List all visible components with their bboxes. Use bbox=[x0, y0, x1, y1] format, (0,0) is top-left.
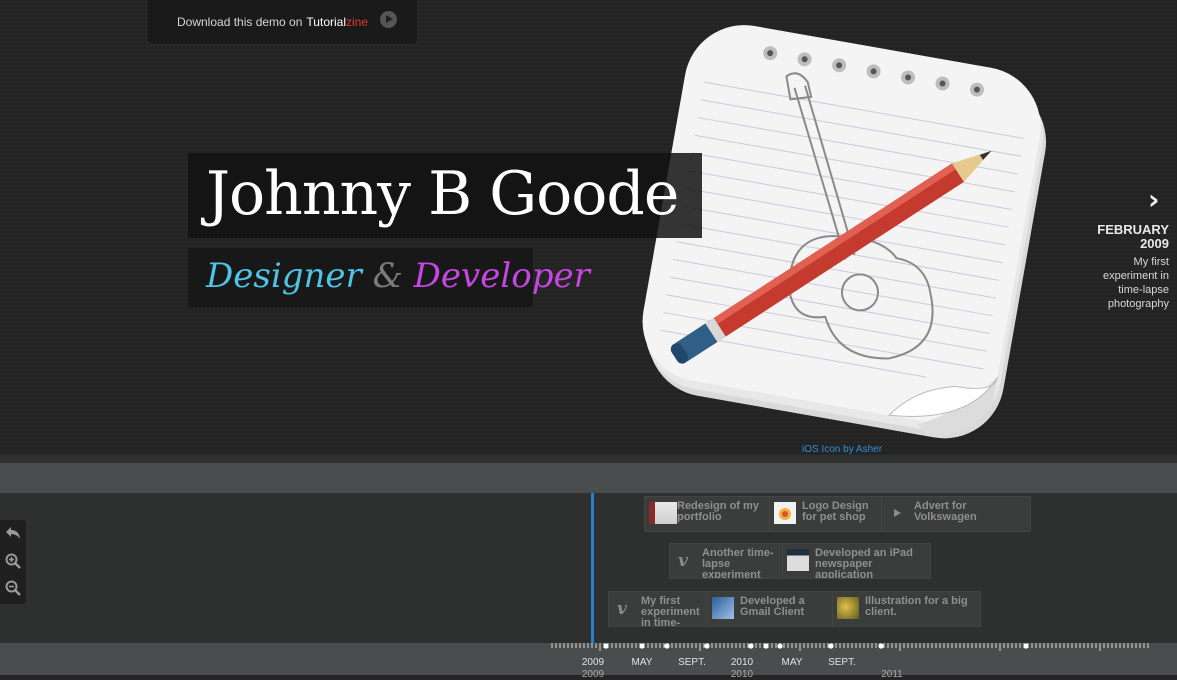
event-dot bbox=[639, 643, 645, 649]
zoom-in-icon[interactable] bbox=[2, 550, 24, 572]
event-dot bbox=[748, 643, 754, 649]
timeline-event[interactable]: Logo Design for pet shop bbox=[769, 496, 884, 532]
icon-credit-link[interactable]: iOS Icon by Asher bbox=[802, 444, 882, 455]
play-icon[interactable] bbox=[380, 11, 397, 28]
timeline-shadow bbox=[0, 455, 1177, 463]
subtitle: Designer & Developer bbox=[206, 256, 590, 296]
event-title: Another time-lapse experiment bbox=[702, 547, 774, 579]
event-pointer bbox=[644, 531, 650, 532]
event-pointer bbox=[669, 578, 675, 579]
event-title: Logo Design for pet shop bbox=[802, 500, 869, 523]
back-icon[interactable] bbox=[2, 522, 24, 544]
next-event-date[interactable]: FEBRUARY 2009 bbox=[1097, 223, 1169, 251]
event-thumbnail bbox=[649, 502, 677, 524]
zoom-controls bbox=[0, 520, 26, 604]
timeline-event[interactable]: v My first experiment in time-lapse phot… bbox=[608, 591, 712, 627]
ruler-label: SEPT. bbox=[678, 657, 706, 668]
event-dot bbox=[828, 643, 834, 649]
event-dot bbox=[1023, 643, 1029, 649]
subtitle-designer: Designer bbox=[206, 256, 362, 296]
ruler-label: 2010 bbox=[730, 657, 754, 668]
timeline-event[interactable]: Illustration for a big client. bbox=[832, 591, 981, 627]
event-dot bbox=[878, 643, 884, 649]
page-title: Johnny B Goode bbox=[206, 159, 679, 229]
brand-accent: zine bbox=[346, 15, 369, 29]
next-arrow-icon[interactable]: › bbox=[1148, 183, 1170, 216]
event-dot bbox=[763, 643, 769, 649]
timeline-ruler[interactable]: 2009 MAY SEPT. 2010 MAY SEPT. 2009 2010 … bbox=[0, 643, 1177, 680]
subtitle-developer: Developer bbox=[413, 256, 590, 296]
event-thumbnail bbox=[787, 549, 809, 571]
next-event-description[interactable]: My first experiment in time-lapse photog… bbox=[1079, 255, 1169, 311]
event-thumbnail bbox=[712, 597, 734, 619]
event-pointer bbox=[832, 626, 838, 627]
zoom-out-icon[interactable] bbox=[2, 577, 24, 599]
event-title: Illustration for a big client. bbox=[865, 595, 968, 618]
title-box: Johnny B Goode bbox=[188, 153, 702, 238]
brand-name: Tutorial bbox=[306, 15, 346, 29]
hero-section: Download this demo on Tutorial zine John… bbox=[0, 0, 1177, 455]
timeline-event[interactable]: Developed a Gmail Client bbox=[707, 591, 835, 627]
event-thumbnail bbox=[774, 502, 796, 524]
current-position-marker[interactable] bbox=[591, 493, 594, 645]
event-pointer bbox=[881, 531, 887, 532]
event-title: Redesign of my portfolio bbox=[677, 500, 759, 523]
timeline-event[interactable]: Redesign of my portfolio bbox=[644, 496, 770, 532]
next-event-month: FEBRUARY bbox=[1097, 222, 1169, 237]
event-pointer bbox=[782, 578, 788, 579]
event-dot bbox=[777, 643, 783, 649]
play-icon bbox=[886, 502, 908, 524]
timeline-event[interactable]: Advert for Volkswagen bbox=[881, 496, 1031, 532]
event-pointer bbox=[608, 626, 614, 627]
subtitle-ampersand: & bbox=[372, 256, 403, 296]
event-title: Developed an iPad newspaper application bbox=[815, 547, 913, 579]
next-event-year: 2009 bbox=[1140, 236, 1169, 251]
event-title: Advert for Volkswagen bbox=[914, 500, 977, 523]
ruler-ticks bbox=[551, 643, 1149, 651]
event-dot bbox=[664, 643, 670, 649]
event-pointer bbox=[707, 626, 713, 627]
event-dot bbox=[603, 643, 609, 649]
vimeo-icon: v bbox=[613, 597, 635, 619]
subtitle-box: Designer & Developer bbox=[188, 248, 590, 307]
ruler-label: 2009 bbox=[581, 657, 605, 668]
event-thumbnail bbox=[837, 597, 859, 619]
ruler-label: MAY bbox=[781, 657, 803, 668]
event-title: Developed a Gmail Client bbox=[740, 595, 805, 618]
svg-text:v: v bbox=[617, 599, 628, 619]
timeline-event[interactable]: v Another time-lapse experiment bbox=[669, 543, 786, 579]
timeline-top-strip bbox=[0, 463, 1177, 494]
download-bar[interactable]: Download this demo on Tutorial zine bbox=[148, 0, 417, 44]
timeline-event[interactable]: Developed an iPad newspaper application bbox=[782, 543, 931, 579]
ruler-label: MAY bbox=[631, 657, 653, 668]
event-pointer bbox=[769, 531, 775, 532]
vimeo-icon: v bbox=[674, 549, 696, 571]
event-title: My first experiment in time-lapse photog… bbox=[641, 595, 700, 627]
download-text: Download this demo on bbox=[177, 15, 303, 29]
svg-text:v: v bbox=[678, 551, 689, 571]
ruler-label: SEPT. bbox=[828, 657, 856, 668]
event-dot bbox=[704, 643, 710, 649]
